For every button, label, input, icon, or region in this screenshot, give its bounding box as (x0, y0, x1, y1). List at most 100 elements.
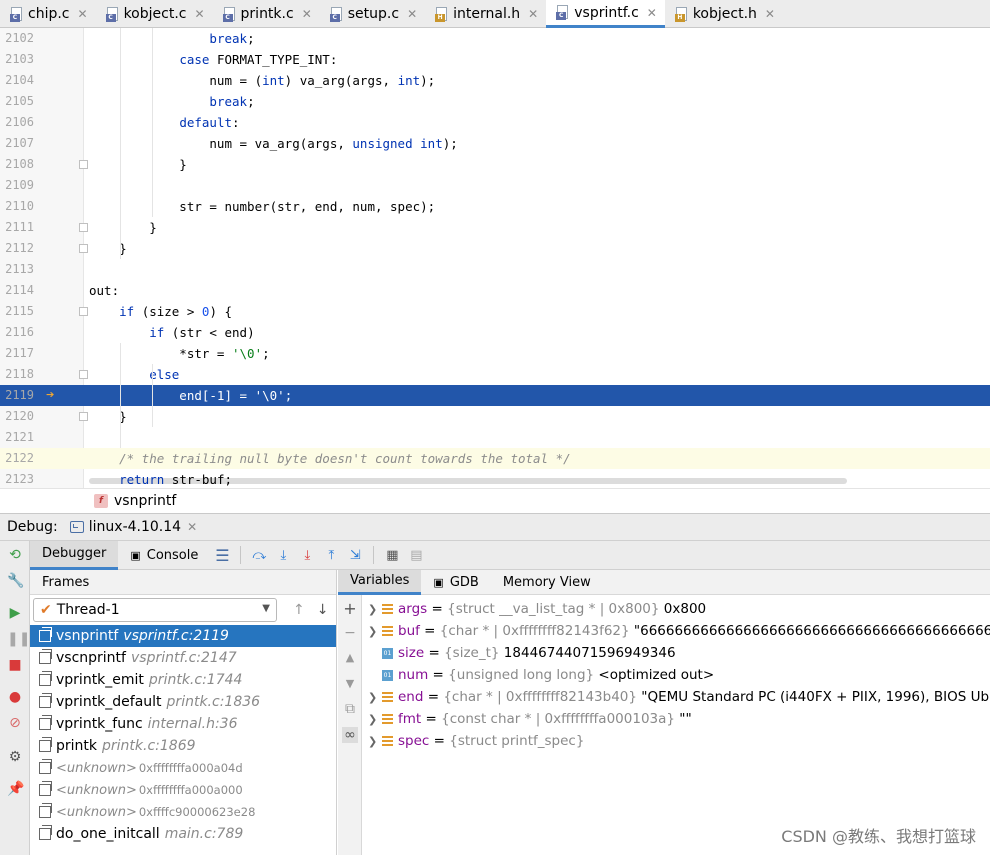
add-watch-icon[interactable]: + (342, 599, 358, 618)
tab-printk-c[interactable]: Cprintk.c ✕ (213, 0, 320, 28)
close-icon[interactable]: ✕ (407, 7, 417, 21)
line-number[interactable]: 2102 (0, 28, 34, 49)
move-down-icon[interactable]: ▼ (342, 677, 358, 690)
trace-icon[interactable]: ▤ (406, 545, 426, 565)
code-line[interactable]: 2103 case FORMAT_TYPE_INT: (0, 49, 990, 70)
line-number[interactable]: 2121 (0, 427, 34, 448)
chevron-right-icon[interactable]: ❯ (368, 691, 382, 704)
code-editor[interactable]: 2102 break; 2103 case FORMAT_TYPE_INT: 210… (0, 28, 990, 488)
code-line[interactable]: 2110 str = number(str, end, num, spec); (0, 196, 990, 217)
close-icon[interactable]: ✕ (302, 7, 312, 21)
step-out-icon[interactable]: ⤒ (321, 545, 341, 565)
breadcrumb-function[interactable]: vsnprintf (114, 493, 176, 509)
frame-item[interactable]: vprintk_default printk.c:1836 (30, 691, 336, 713)
code-line[interactable]: 2105 break; (0, 91, 990, 112)
pin-icon[interactable]: 📌 (7, 781, 24, 797)
tab-setup-c[interactable]: Csetup.c ✕ (320, 0, 425, 28)
fold-marker-icon[interactable] (79, 307, 88, 316)
variable-row[interactable]: 01 size = {size_t} 18446744071596949346 (368, 642, 676, 664)
evaluate-expression-icon[interactable]: ▦ (382, 545, 402, 565)
line-number[interactable]: 2120 (0, 406, 34, 427)
code-line[interactable]: 2121 (0, 427, 990, 448)
close-icon[interactable]: ✕ (194, 7, 204, 21)
pause-icon[interactable]: ❚❚ (7, 631, 30, 647)
close-icon[interactable]: ✕ (78, 7, 88, 21)
stop-icon[interactable]: ■ (7, 657, 23, 673)
run-to-cursor-icon[interactable]: ⇲ (345, 545, 365, 565)
variable-row[interactable]: ❯ args = {struct __va_list_tag * | 0x800}… (368, 598, 706, 620)
force-step-into-icon[interactable]: ⤓ (297, 545, 317, 565)
step-into-icon[interactable]: ⤓ (273, 545, 293, 565)
view-breakpoints-icon[interactable]: ● (7, 689, 23, 705)
frame-item[interactable]: <unknown> 0xffffffffa000a04d (30, 757, 336, 779)
thread-select[interactable]: ✔ Thread-1 ▼ (33, 598, 277, 622)
close-icon[interactable]: ✕ (528, 7, 538, 21)
line-number[interactable]: 2113 (0, 259, 34, 280)
line-number[interactable]: 2110 (0, 196, 34, 217)
tab-chip-c[interactable]: Cchip.c ✕ (0, 0, 96, 28)
frame-item[interactable]: do_one_initcall main.c:789 (30, 823, 336, 845)
fold-marker-icon[interactable] (79, 370, 88, 379)
remove-watch-icon[interactable]: − (342, 625, 358, 641)
line-number[interactable]: 2123 (0, 469, 34, 488)
tab-memory-view[interactable]: Memory View (491, 570, 603, 595)
tab-vsprintf-c[interactable]: Cvsprintf.c ✕ (546, 0, 665, 28)
code-line[interactable]: 2117 *str = '\0'; (0, 343, 990, 364)
frame-item[interactable]: vprintk_emit printk.c:1744 (30, 669, 336, 691)
tab-kobject-h[interactable]: Hkobject.h ✕ (665, 0, 783, 28)
line-number[interactable]: 2122 (0, 448, 34, 469)
line-number[interactable]: 2106 (0, 112, 34, 133)
code-line[interactable]: 2111 } (0, 217, 990, 238)
close-icon[interactable]: ✕ (647, 6, 657, 20)
code-line[interactable]: 2123 return str-buf; (0, 469, 990, 488)
frame-item[interactable]: vprintk_func internal.h:36 (30, 713, 336, 735)
fold-marker-icon[interactable] (79, 160, 88, 169)
fold-marker-icon[interactable] (79, 244, 88, 253)
chevron-right-icon[interactable]: ❯ (368, 625, 382, 638)
line-number[interactable]: 2104 (0, 70, 34, 91)
tab-kobject-c[interactable]: Ckobject.c ✕ (96, 0, 213, 28)
arrow-up-icon[interactable]: ↑ (293, 602, 305, 618)
fold-marker-icon[interactable] (79, 223, 88, 232)
code-line[interactable]: 2116 if (str < end) (0, 322, 990, 343)
code-line[interactable]: 2102 break; (0, 28, 990, 49)
line-number[interactable]: 2118 (0, 364, 34, 385)
code-line[interactable]: 2115 if (size > 0) { (0, 301, 990, 322)
gear-icon[interactable]: ⚙ (7, 749, 23, 765)
line-number[interactable]: 2117 (0, 343, 34, 364)
mute-breakpoints-icon[interactable]: ⊘ (7, 715, 23, 731)
line-number[interactable]: 2109 (0, 175, 34, 196)
line-number[interactable]: 2116 (0, 322, 34, 343)
code-line[interactable]: 2108 } (0, 154, 990, 175)
code-line[interactable]: 2109 (0, 175, 990, 196)
frame-item[interactable]: vsnprintf vsprintf.c:2119 (30, 625, 336, 647)
tab-variables[interactable]: Variables (338, 569, 422, 595)
variable-row[interactable]: ❯ end = {char * | 0xffffffff82143b40} "QE… (368, 686, 990, 708)
code-line[interactable]: 2104 num = (int) va_arg(args, int); (0, 70, 990, 91)
variable-row[interactable]: ❯ buf = {char * | 0xffffffff82143f62} "66… (368, 620, 990, 642)
line-number[interactable]: 2107 (0, 133, 34, 154)
arrow-down-icon[interactable]: ↓ (317, 602, 329, 618)
code-line[interactable]: 2118 else (0, 364, 990, 385)
variable-row[interactable]: ❯ fmt = {const char * | 0xffffffffa000103… (368, 708, 692, 730)
line-number[interactable]: 2103 (0, 49, 34, 70)
close-icon[interactable]: ✕ (187, 520, 197, 534)
move-up-icon[interactable]: ▲ (342, 651, 358, 664)
code-line[interactable]: 2114 out: (0, 280, 990, 301)
frame-item[interactable]: <unknown> 0xffffc90000623e28 (30, 801, 336, 823)
chevron-right-icon[interactable]: ❯ (368, 735, 382, 748)
fold-marker-icon[interactable] (79, 412, 88, 421)
line-number[interactable]: 2114 (0, 280, 34, 301)
frame-item[interactable]: <unknown> 0xffffffffa000a000 (30, 779, 336, 801)
code-line[interactable]: 2119 ➔ end[-1] = '\0'; (0, 385, 990, 406)
tab-internal-h[interactable]: Hinternal.h ✕ (425, 0, 546, 28)
line-number[interactable]: 2115 (0, 301, 34, 322)
menu-lines-icon[interactable]: ☰ (212, 545, 232, 565)
step-over-icon[interactable]: ⤼ (249, 545, 269, 565)
variable-row[interactable]: 01 num = {unsigned long long} <optimized … (368, 664, 714, 686)
rerun-icon[interactable]: ⟲ (7, 547, 23, 563)
code-line[interactable]: 2107 num = va_arg(args, unsigned int); (0, 133, 990, 154)
frame-item[interactable]: printk printk.c:1869 (30, 735, 336, 757)
close-icon[interactable]: ✕ (765, 7, 775, 21)
chevron-right-icon[interactable]: ❯ (368, 603, 382, 616)
